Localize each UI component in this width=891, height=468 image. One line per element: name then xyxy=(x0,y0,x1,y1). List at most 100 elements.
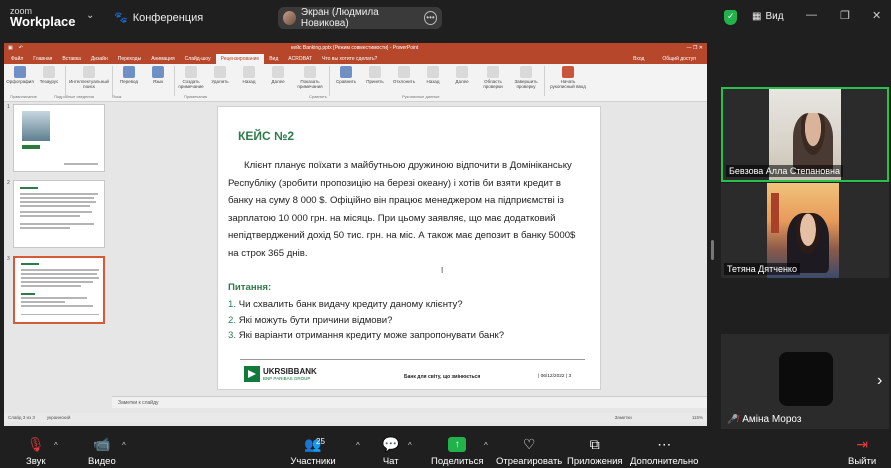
language-icon xyxy=(152,66,164,78)
apps-button[interactable]: ⧉ Приложения xyxy=(567,435,623,467)
share-options-caret[interactable]: ^ xyxy=(484,441,488,450)
chevron-down-icon[interactable]: ⌄ xyxy=(86,10,94,21)
heart-icon: ♡ xyxy=(522,436,536,452)
slide-thumbnail xyxy=(13,104,105,172)
list-item: 1. Чи схвалить банк видачу кредиту даном… xyxy=(228,299,463,310)
thumbnail-text-line xyxy=(21,269,99,271)
reactions-button[interactable]: ♡ Отреагировать xyxy=(496,435,562,467)
spelling-icon xyxy=(14,66,26,78)
ribbon-divider xyxy=(329,66,330,96)
ppt-tab: Анимация xyxy=(151,56,175,62)
ppt-tab: Вставка xyxy=(62,56,81,62)
participants-button[interactable]: 👥 25 Участники xyxy=(290,435,335,467)
questions-heading: Питання: xyxy=(228,282,272,293)
ribbon-divider xyxy=(65,66,66,96)
thumbnail-text-line xyxy=(20,187,38,189)
reviewing-pane-icon xyxy=(487,66,499,78)
security-shield-icon[interactable] xyxy=(724,10,737,25)
participant-avatar-placeholder xyxy=(779,352,833,406)
show-comments-icon xyxy=(304,66,316,78)
chevron-right-icon[interactable]: › xyxy=(877,372,882,390)
thumbnail-text-line xyxy=(64,163,98,165)
thumbnail-text-line xyxy=(21,301,65,303)
shared-screen: ▣ ↶ кейс Banking.pptx [Режим совместимос… xyxy=(4,43,707,426)
participant-name: Тетяна Дятченко xyxy=(724,263,800,275)
restore-icon[interactable]: ❐ xyxy=(840,9,850,22)
thumbnail-text-line xyxy=(21,293,35,295)
thumbnail-logo xyxy=(22,145,40,149)
slide-notes: Заметки к слайду xyxy=(112,396,707,408)
thumbnail-text-line xyxy=(21,281,93,283)
ppt-tab-active: Рецензирование xyxy=(215,54,265,64)
ppt-tab: ACROBAT xyxy=(288,56,313,62)
ppt-ribbon-tabs: Файл Главная Вставка Дизайн Переходы Ани… xyxy=(4,53,707,64)
current-slide: КЕЙС №2 Клієнт планує поїхати з майбутнь… xyxy=(217,106,601,390)
more-icon: ⋯ xyxy=(657,436,672,452)
window-controls-icon: — ❐ ✕ xyxy=(686,45,703,51)
thumbnail-text-line xyxy=(21,273,97,275)
thumbnail-text-line xyxy=(20,197,94,199)
bank-logo-icon xyxy=(244,366,260,382)
share-screen-icon: ↑ xyxy=(448,437,467,452)
bank-logo: UKRSIBBANK BNP PARIBAS GROUP xyxy=(244,366,317,382)
minimize-icon[interactable]: — xyxy=(806,9,817,21)
delete-icon xyxy=(214,66,226,78)
paw-icon: 🐾 xyxy=(114,12,128,24)
mic-muted-icon: 🎤̸ xyxy=(727,414,739,424)
thumbnail-text-line xyxy=(21,277,99,279)
ppt-share: Общий доступ xyxy=(662,56,696,62)
list-item: 3. Які варіанти отримання кредиту може з… xyxy=(228,330,505,341)
slide-thumbnail-selected xyxy=(13,256,105,324)
slide-body-text: Клієнт планує поїхати з майбутньою дружи… xyxy=(228,160,576,259)
more-options-icon[interactable]: ••• xyxy=(423,11,437,25)
reject-icon xyxy=(398,66,410,78)
ppt-tell-me: Что вы хотите сделать? xyxy=(322,56,378,62)
video-options-caret[interactable]: ^ xyxy=(122,441,126,450)
share-screen-button[interactable]: ↑ Поделиться xyxy=(431,435,483,467)
close-icon[interactable]: ✕ xyxy=(872,9,881,22)
thumbnail-text-line xyxy=(20,215,80,217)
accept-icon xyxy=(369,66,381,78)
top-bar: zoom Workplace ⌄ 🐾 Конференция Экран (Лю… xyxy=(0,0,891,36)
ppt-ribbon: Орфография Тезаурус Интеллектуальный пои… xyxy=(4,64,707,102)
participant-figure xyxy=(793,113,833,173)
slide-thumbnail xyxy=(13,180,105,248)
slide-editor: КЕЙС №2 Клієнт планує поїхати з майбутнь… xyxy=(112,102,707,402)
leave-button[interactable]: ⇥ Выйти xyxy=(848,435,876,467)
compare-icon xyxy=(340,66,352,78)
questions-list: 1. Чи схвалить банк видачу кредиту даном… xyxy=(228,297,504,344)
grid-icon: ▦ xyxy=(752,11,762,22)
next-change-icon xyxy=(456,66,468,78)
thumbnail-text-line xyxy=(21,285,81,287)
panel-resize-handle[interactable] xyxy=(711,240,714,260)
view-button[interactable]: ▦ Вид xyxy=(752,11,784,22)
participant-video-tile[interactable]: 🎤̸ Аміна Мороз xyxy=(721,334,889,429)
thumbnail-text-line xyxy=(21,297,87,299)
mic-off-icon: 🎙 xyxy=(26,436,45,452)
more-button[interactable]: ⋯ Дополнительно xyxy=(630,435,698,467)
ribbon-divider xyxy=(174,66,175,96)
ribbon-group-labels: Правописание Подробные сведения Язык При… xyxy=(10,94,440,99)
participant-video-tile[interactable]: Тетяна Дятченко xyxy=(721,183,889,278)
participants-options-caret[interactable]: ^ xyxy=(356,441,360,450)
chat-button[interactable]: 💬 Чат xyxy=(382,435,399,467)
meeting-toolbar: 🎙 Звук ^ 📹 Видео ^ 👥 25 Участники ^ 💬 Ча… xyxy=(0,432,891,468)
apps-icon: ⧉ xyxy=(589,436,600,452)
thumbnail-text-line xyxy=(21,314,99,315)
thumbnail-text-line xyxy=(20,193,98,195)
meeting-info-button[interactable]: 🐾 Конференция xyxy=(114,11,203,25)
thesaurus-icon xyxy=(43,66,55,78)
slide-slogan: Банк для світу, що змінюється xyxy=(404,374,481,380)
screen-share-pill[interactable]: Экран (Людмила Новикова) ••• xyxy=(278,7,442,29)
video-off-icon: 📹 xyxy=(93,436,111,452)
avatar xyxy=(283,11,296,25)
participant-video-tile[interactable]: Бевзова Алла Степановна xyxy=(721,87,889,182)
chat-options-caret[interactable]: ^ xyxy=(408,441,412,450)
slide-thumbnails: 1 2 3 xyxy=(4,102,108,418)
thumbnail-text-line xyxy=(21,263,39,265)
ppt-status-bar: Слайд 3 из 3 украинский Заметки 115% xyxy=(4,413,707,422)
thumbnail-text-line xyxy=(21,305,93,307)
audio-button[interactable]: 🎙 Звук xyxy=(26,435,45,467)
video-button[interactable]: 📹 Видео xyxy=(88,435,116,467)
audio-options-caret[interactable]: ^ xyxy=(54,441,58,450)
